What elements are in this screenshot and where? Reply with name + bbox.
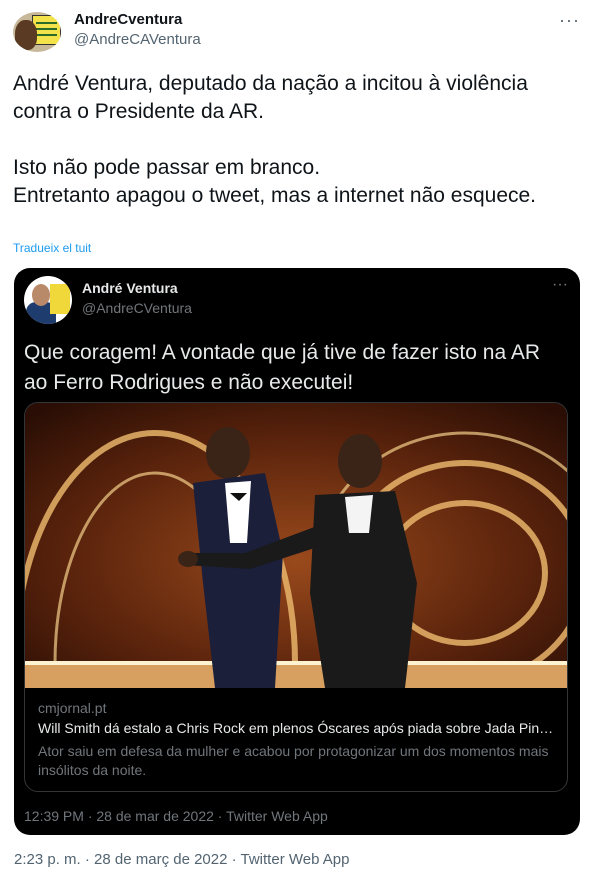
more-options-icon[interactable]: ··· <box>552 276 568 294</box>
tweet-timestamp[interactable]: 2:23 p. m. · 28 de març de 2022 · Twitte… <box>14 851 349 868</box>
tweet-header: AndreCventura @AndreCAVentura ··· <box>13 10 582 58</box>
quoted-author-avatar[interactable] <box>24 276 72 324</box>
quoted-tweet[interactable]: André Ventura @AndreCVentura ··· Que cor… <box>14 268 580 835</box>
tweet-text: André Ventura, deputado da nação a incit… <box>13 72 537 207</box>
link-card-image[interactable] <box>25 403 567 688</box>
avatar-banner <box>50 284 70 314</box>
author-avatar[interactable] <box>13 12 61 52</box>
link-card-domain: cmjornal.pt <box>38 700 107 716</box>
author-handle[interactable]: @AndreCAVentura <box>74 31 201 48</box>
quoted-author-handle[interactable]: @AndreCVentura <box>82 300 192 316</box>
quoted-timestamp[interactable]: 12:39 PM · 28 de mar de 2022 · Twitter W… <box>24 808 328 824</box>
avatar-figure <box>15 20 37 50</box>
quoted-tweet-text: Que coragem! A vontade que já tive de fa… <box>24 341 540 394</box>
more-options-icon[interactable]: ··· <box>559 10 580 31</box>
link-card-title: Will Smith dá estalo a Chris Rock em ple… <box>38 720 558 736</box>
quoted-author-name[interactable]: André Ventura <box>82 280 178 296</box>
avatar-face <box>32 284 50 306</box>
translate-link[interactable]: Tradueix el tuit <box>13 241 91 255</box>
author-name[interactable]: AndreCventura <box>74 11 182 28</box>
link-card[interactable]: cmjornal.pt Will Smith dá estalo a Chris… <box>24 402 568 792</box>
link-card-description: Ator saiu em defesa da mulher e acabou p… <box>38 743 549 778</box>
